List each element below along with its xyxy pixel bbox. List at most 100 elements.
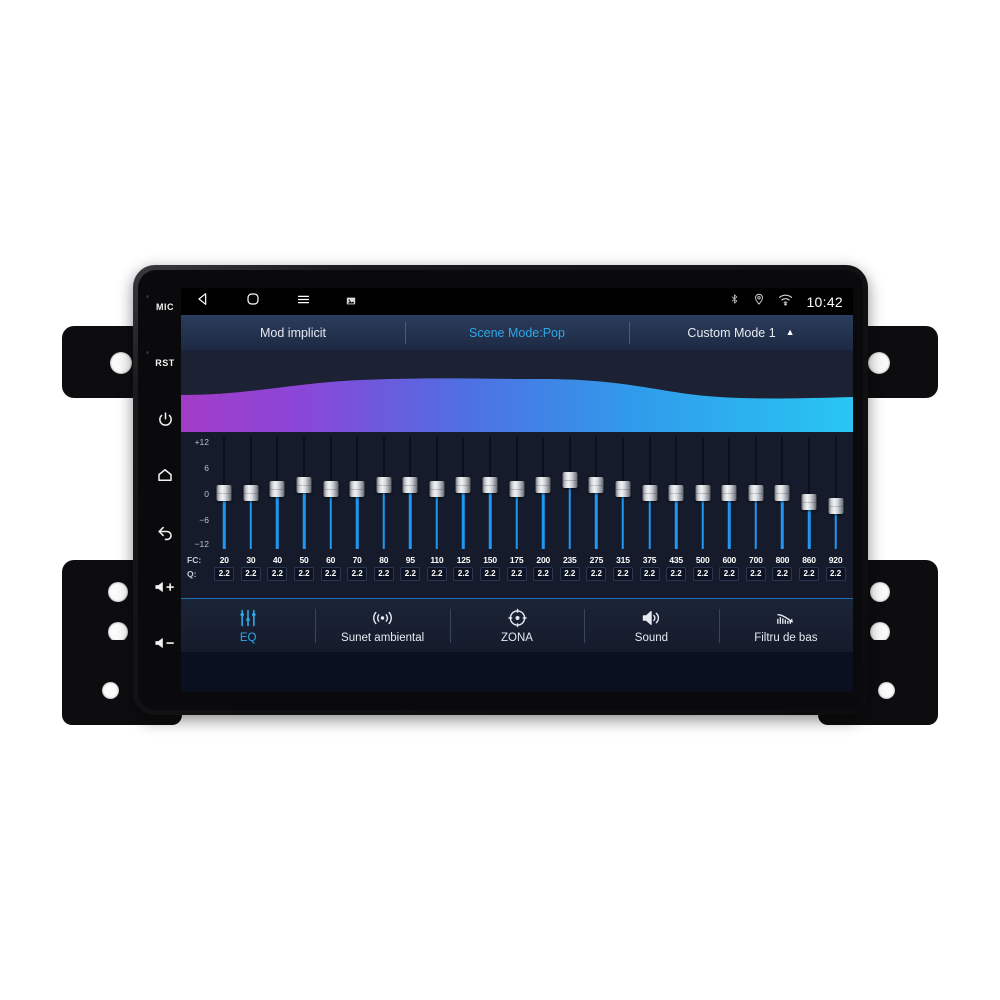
eq-band-knob[interactable]	[642, 485, 658, 501]
eq-band[interactable]	[530, 437, 557, 549]
eq-band[interactable]	[211, 437, 238, 549]
tab-label: Sound	[634, 632, 669, 644]
mode-item-scene[interactable]: Scene Mode:Pop	[405, 315, 629, 350]
tab-sound[interactable]: Sound	[584, 599, 718, 652]
q-value[interactable]: 2.2	[240, 567, 261, 581]
hardware-key-volume-up[interactable]	[145, 559, 185, 615]
eq-band[interactable]	[424, 437, 451, 549]
tab-eq[interactable]: EQ	[181, 599, 315, 652]
tab-zone[interactable]: ZONA	[449, 599, 584, 652]
eq-band-list[interactable]	[211, 437, 849, 549]
eq-band[interactable]	[769, 437, 796, 549]
nav-screenshot-icon[interactable]	[346, 293, 356, 311]
eq-band[interactable]	[557, 437, 584, 549]
eq-band-knob[interactable]	[695, 485, 711, 501]
eq-band[interactable]	[716, 437, 743, 549]
eq-band[interactable]	[503, 437, 530, 549]
q-value[interactable]: 2.2	[666, 567, 687, 581]
nav-home-icon[interactable]	[245, 291, 261, 312]
eq-band-knob[interactable]	[801, 493, 817, 510]
q-value[interactable]: 2.2	[745, 567, 766, 581]
eq-band-knob[interactable]	[429, 480, 445, 497]
eq-band-track-lower	[488, 484, 492, 549]
eq-band-knob[interactable]	[269, 480, 285, 497]
q-value[interactable]: 2.2	[267, 567, 288, 581]
eq-band[interactable]	[689, 437, 716, 549]
tab-bass-filter[interactable]: Filtru de bas	[718, 599, 853, 652]
hardware-key-home[interactable]	[145, 447, 185, 503]
eq-band-knob[interactable]	[535, 476, 551, 493]
nav-menu-icon[interactable]	[295, 292, 312, 312]
q-value[interactable]: 2.2	[772, 567, 793, 581]
q-value[interactable]: 2.2	[453, 567, 474, 581]
eq-band[interactable]	[583, 437, 610, 549]
eq-band-knob[interactable]	[296, 476, 312, 493]
touchscreen[interactable]: 10:42 Mod implicit Scene Mode:Pop Custom…	[181, 288, 853, 692]
q-value[interactable]: 2.2	[719, 567, 740, 581]
q-value[interactable]: 2.2	[799, 567, 819, 581]
hardware-key-power[interactable]	[145, 391, 185, 447]
q-value[interactable]: 2.2	[692, 567, 713, 581]
eq-band-knob[interactable]	[721, 485, 737, 501]
nav-back-icon[interactable]	[195, 291, 211, 312]
eq-band[interactable]	[317, 437, 344, 549]
tab-surround[interactable]: Sunet ambiental	[315, 599, 449, 652]
eq-band[interactable]	[370, 437, 397, 549]
hardware-key-volume-down[interactable]	[145, 615, 185, 671]
eq-band[interactable]	[397, 437, 424, 549]
q-row-label: Q:	[187, 569, 197, 579]
eq-band-knob[interactable]	[216, 485, 232, 501]
mode-item-default[interactable]: Mod implicit	[181, 315, 405, 350]
q-value[interactable]: 2.2	[639, 567, 660, 581]
eq-band-knob[interactable]	[349, 480, 365, 497]
q-value[interactable]: 2.2	[533, 567, 554, 581]
fc-value: 920	[828, 555, 843, 565]
eq-band-knob[interactable]	[774, 485, 790, 501]
eq-band[interactable]	[291, 437, 318, 549]
q-value[interactable]: 2.2	[320, 567, 341, 581]
q-value[interactable]: 2.2	[400, 567, 421, 581]
q-value[interactable]: 2.2	[612, 567, 633, 581]
eq-band-knob[interactable]	[615, 480, 631, 497]
q-value[interactable]: 2.2	[294, 567, 315, 581]
eq-band[interactable]	[264, 437, 291, 549]
fc-value: 40	[272, 555, 282, 565]
eq-band[interactable]	[822, 437, 849, 549]
eq-band[interactable]	[477, 437, 504, 549]
eq-band-knob[interactable]	[562, 472, 578, 489]
hardware-key-back[interactable]	[145, 503, 185, 559]
eq-band[interactable]	[344, 437, 371, 549]
q-value[interactable]: 2.2	[559, 567, 580, 581]
q-value[interactable]: 2.2	[480, 567, 501, 581]
q-value[interactable]: 2.2	[373, 567, 394, 581]
eq-fc-row: FC: 20 30 40 50 60 70 80 95 110 125 150 175 200 235 27…	[185, 553, 849, 567]
eq-band[interactable]	[636, 437, 663, 549]
hardware-key-mic[interactable]: MIC	[145, 279, 185, 335]
eq-band-knob[interactable]	[243, 485, 259, 501]
eq-band-knob[interactable]	[588, 476, 604, 493]
mode-item-custom[interactable]: Custom Mode 1 ▲	[629, 315, 853, 350]
q-value[interactable]: 2.2	[214, 567, 235, 581]
q-value[interactable]: 2.2	[347, 567, 368, 581]
q-value[interactable]: 2.2	[825, 567, 846, 581]
eq-band-knob[interactable]	[323, 480, 339, 497]
eq-band[interactable]	[663, 437, 690, 549]
eq-band-knob[interactable]	[376, 476, 392, 493]
eq-band-knob[interactable]	[482, 476, 498, 493]
eq-band[interactable]	[743, 437, 770, 549]
eq-band-knob[interactable]	[748, 485, 764, 501]
eq-band-knob[interactable]	[668, 485, 684, 501]
chevron-up-icon[interactable]: ▲	[786, 328, 795, 337]
eq-band-knob[interactable]	[402, 476, 418, 493]
eq-band[interactable]	[450, 437, 477, 549]
q-value[interactable]: 2.2	[506, 567, 527, 581]
eq-band-knob[interactable]	[509, 480, 525, 497]
eq-band-knob[interactable]	[455, 476, 471, 493]
eq-band[interactable]	[238, 437, 265, 549]
eq-band[interactable]	[796, 437, 823, 549]
hardware-key-reset[interactable]: RST	[145, 335, 185, 391]
q-value[interactable]: 2.2	[586, 567, 607, 581]
q-value[interactable]: 2.2	[426, 567, 447, 581]
eq-band-knob[interactable]	[828, 497, 844, 514]
eq-band[interactable]	[610, 437, 637, 549]
